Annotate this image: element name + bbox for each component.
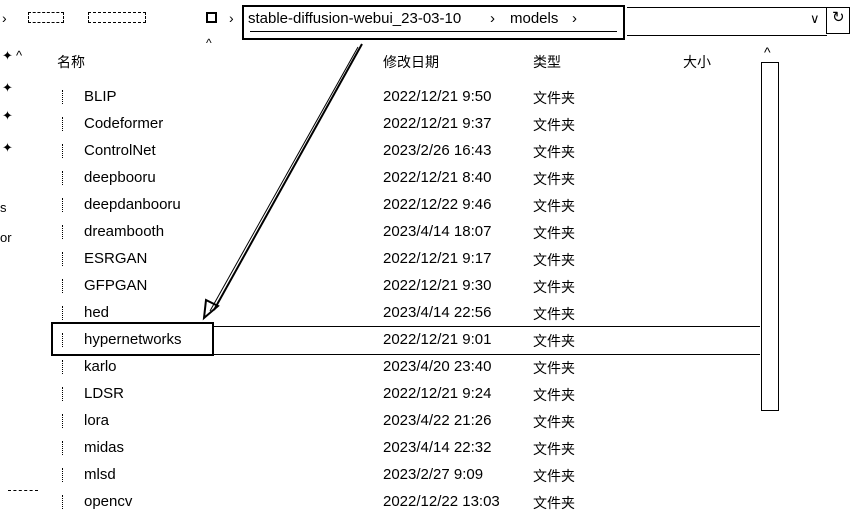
divider <box>8 490 38 491</box>
annotation-arrow <box>202 43 363 321</box>
